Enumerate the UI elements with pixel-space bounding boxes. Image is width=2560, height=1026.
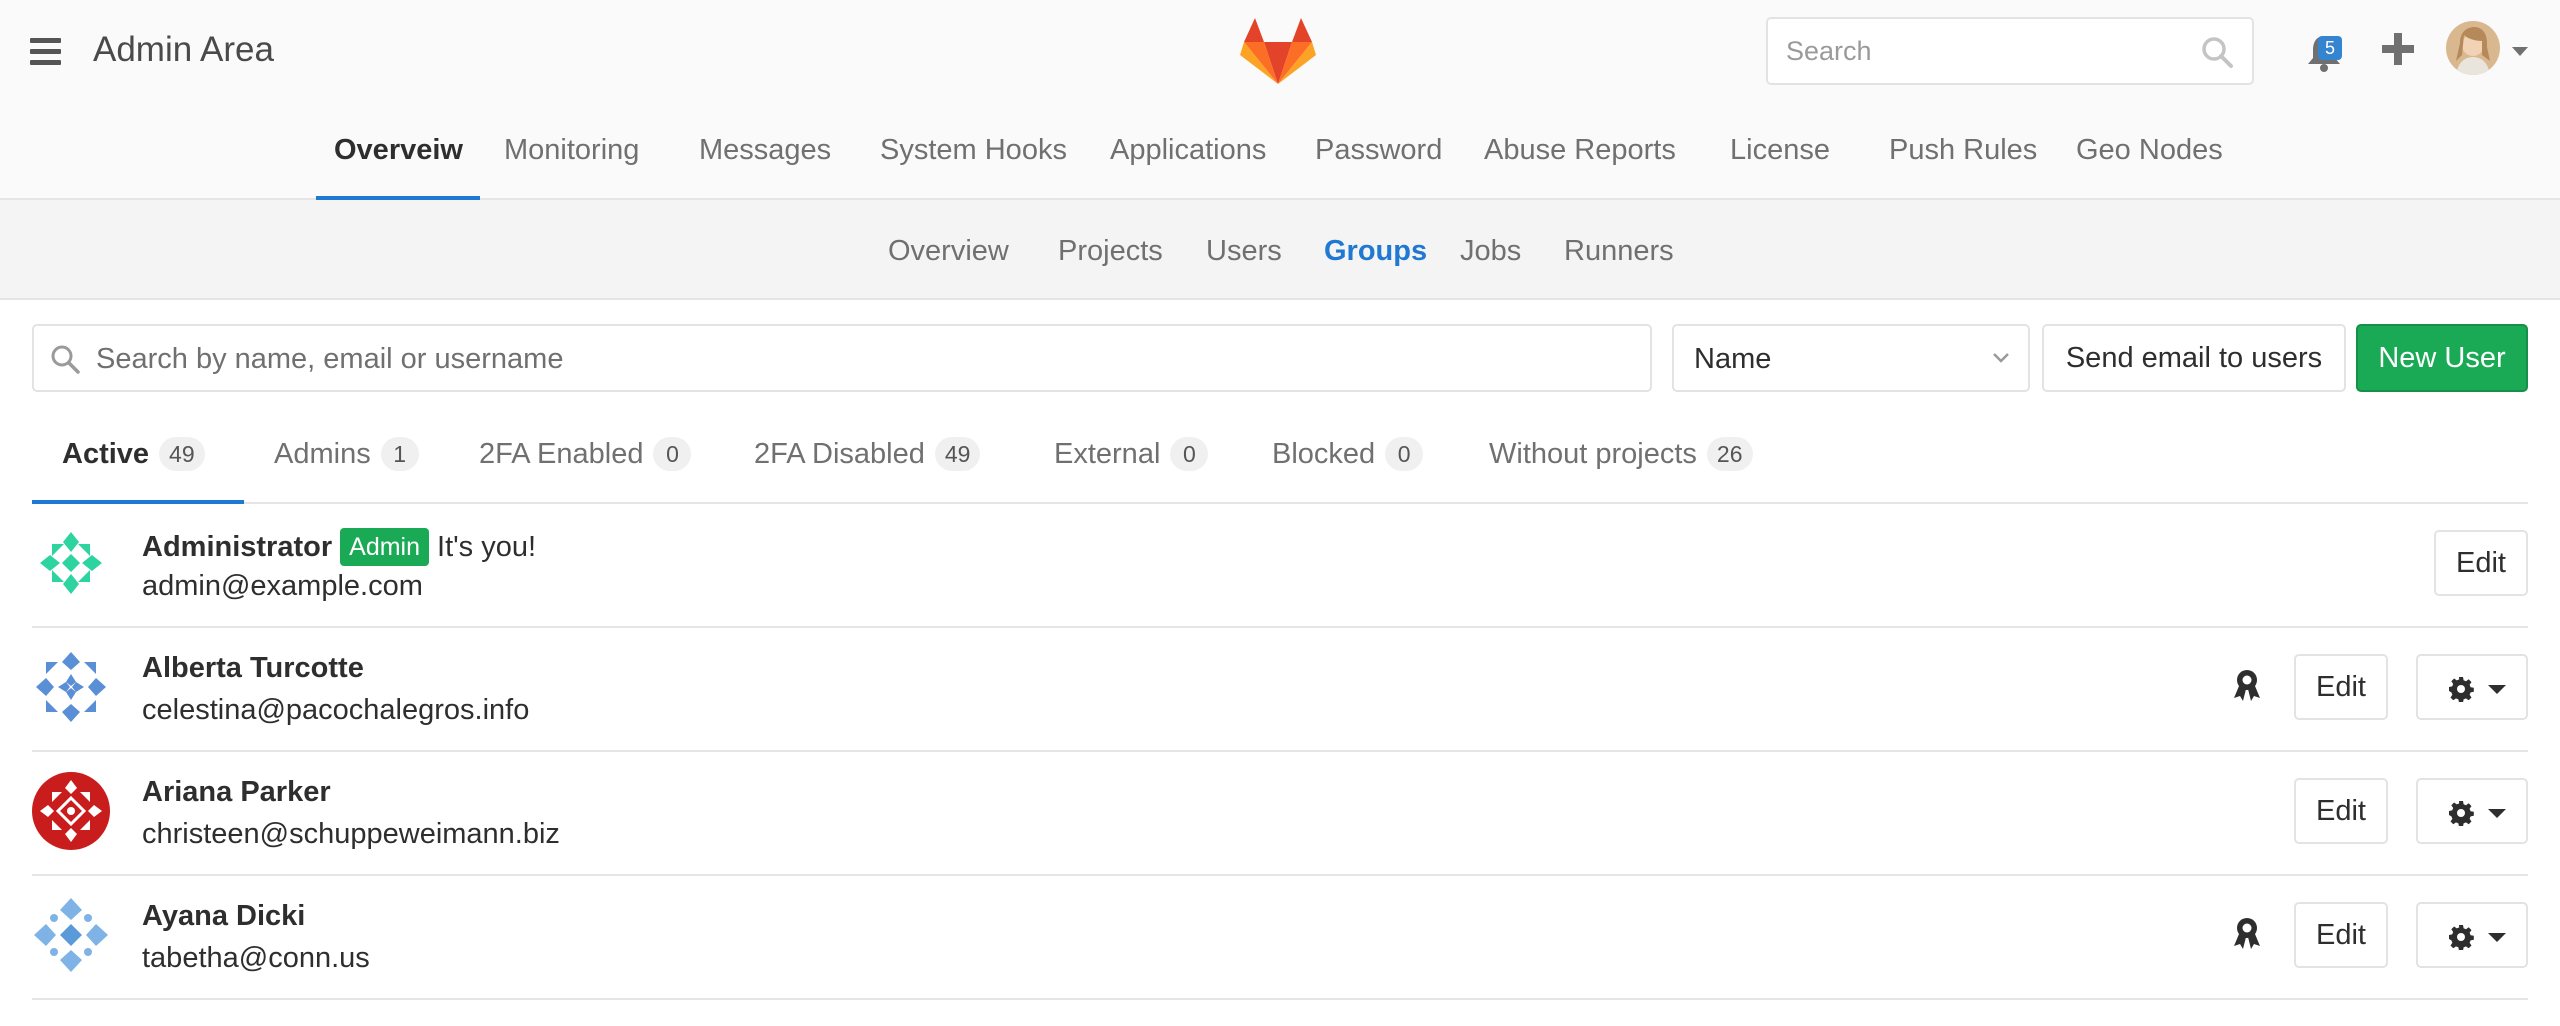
user-avatar[interactable] [2446,21,2500,75]
user-search-input[interactable] [96,341,1616,377]
tab-messages[interactable]: Messages [699,134,831,167]
global-search[interactable] [1766,17,2254,85]
filter-tab-label: Active [62,437,150,470]
count-badge: 0 [653,437,692,471]
subtab-overview[interactable]: Overview [888,235,1009,268]
admin-badge: Admin [340,528,430,566]
tab-password[interactable]: Password [1315,134,1442,167]
tab-push-rules[interactable]: Push Rules [1889,134,2037,167]
send-email-button[interactable]: Send email to users [2042,324,2346,392]
gear-icon [2449,925,2474,950]
award-icon [2234,918,2260,949]
gitlab-logo[interactable] [1240,16,1316,86]
count-badge: 49 [934,437,981,471]
user-row: Ariana Parker christeen@schuppeweimann.b… [32,752,2528,876]
sort-value: Name [1694,343,1772,375]
tab-system-hooks[interactable]: System Hooks [880,134,1067,167]
hamburger-icon[interactable] [30,38,61,65]
user-name[interactable]: Administrator Admin It's you! [142,528,536,566]
tab-geo-nodes[interactable]: Geo Nodes [2076,134,2223,167]
filter-tab-blocked[interactable]: Blocked 0 [1272,434,1424,474]
subtab-projects[interactable]: Projects [1058,235,1163,268]
filter-tab-label: Blocked [1272,437,1376,470]
user-actions-dropdown[interactable] [2416,654,2528,720]
user-actions-dropdown[interactable] [2416,902,2528,968]
tab-applications[interactable]: Applications [1110,134,1266,167]
subtab-groups[interactable]: Groups [1324,235,1427,268]
plus-icon[interactable] [2382,33,2414,65]
filter-tab-external[interactable]: External 0 [1054,434,1209,474]
user-search[interactable] [32,324,1652,392]
search-icon [51,345,80,374]
global-search-input[interactable] [1786,33,2186,69]
subtab-runners[interactable]: Runners [1564,235,1674,268]
filter-tab-admins[interactable]: Admins 1 [274,434,419,474]
filter-tab-label: 2FA Enabled [479,437,644,470]
subtab-jobs[interactable]: Jobs [1460,235,1521,268]
user-actions-dropdown[interactable] [2416,778,2528,844]
search-icon [2202,37,2233,68]
user-email: tabetha@conn.us [142,942,370,974]
caret-down-icon [2488,809,2506,818]
avatar[interactable] [32,896,110,974]
filter-tab-label: External [1054,437,1161,470]
edit-button[interactable]: Edit [2294,778,2388,844]
user-email: christeen@schuppeweimann.biz [142,818,560,850]
tab-abuse-reports[interactable]: Abuse Reports [1484,134,1676,167]
chevron-down-icon [1993,353,2009,363]
caret-down-icon [2488,685,2506,694]
user-row: Administrator Admin It's you! admin@exam… [32,504,2528,628]
avatar[interactable] [32,648,110,726]
filter-tab-label: Admins [274,437,371,470]
subtab-users[interactable]: Users [1206,235,1282,268]
avatar[interactable] [32,772,110,850]
top-header: Admin Area 5 [0,0,2560,104]
user-email: celestina@pacochalegros.info [142,694,530,726]
count-badge: 0 [1385,437,1424,471]
tab-license[interactable]: License [1730,134,1830,167]
user-name-text[interactable]: Administrator [142,531,332,564]
gear-icon [2449,677,2474,702]
tab-monitoring[interactable]: Monitoring [504,134,639,167]
filter-tab-2fa-enabled[interactable]: 2FA Enabled 0 [479,434,692,474]
edit-button[interactable]: Edit [2294,654,2388,720]
filter-tab-active[interactable]: Active 49 [62,434,205,474]
notification-badge: 5 [2318,36,2342,60]
user-name[interactable]: Ariana Parker [142,776,331,809]
user-name[interactable]: Ayana Dicki [142,900,305,933]
user-row: Alberta Turcotte celestina@pacochalegros… [32,628,2528,752]
edit-button[interactable]: Edit [2294,902,2388,968]
avatar[interactable] [32,524,110,602]
sort-dropdown[interactable]: Name [1672,324,2030,392]
page-title: Admin Area [93,30,274,69]
filter-tab-label: 2FA Disabled [754,437,925,470]
its-you-label: It's you! [437,530,537,563]
caret-down-icon [2488,933,2506,942]
user-email: admin@example.com [142,570,423,602]
award-icon [2234,670,2260,701]
main-nav: Overveiw Monitoring Messages System Hook… [0,104,2560,200]
filter-tab-2fa-disabled[interactable]: 2FA Disabled 49 [754,434,981,474]
sub-nav: Overview Projects Users Groups Jobs Runn… [0,200,2560,300]
filter-tab-label: Without projects [1489,437,1697,470]
tab-overview[interactable]: Overveiw [334,134,463,167]
count-badge: 49 [159,437,205,471]
count-badge: 26 [1706,437,1753,471]
count-badge: 1 [380,437,419,471]
count-badge: 0 [1170,437,1209,471]
caret-down-icon[interactable] [2512,47,2528,56]
user-row: Ayana Dicki tabetha@conn.us Edit [32,876,2528,1000]
user-name[interactable]: Alberta Turcotte [142,652,364,685]
new-user-button[interactable]: New User [2356,324,2528,392]
gear-icon [2449,801,2474,826]
filter-tab-without-projects[interactable]: Without projects 26 [1489,434,1753,474]
edit-button[interactable]: Edit [2434,530,2528,596]
